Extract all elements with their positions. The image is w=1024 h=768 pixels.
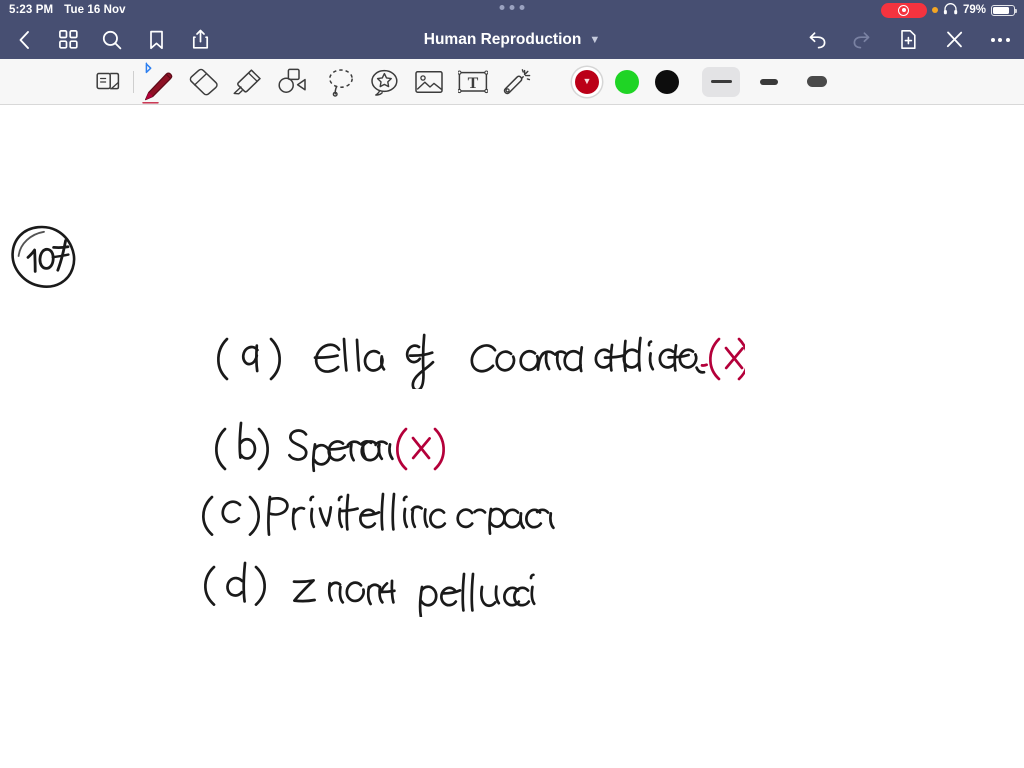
stroke-width-medium[interactable]: [750, 67, 788, 97]
status-time: 5:23 PM: [9, 4, 54, 16]
battery-percent-label: 79%: [962, 4, 986, 16]
close-button[interactable]: [942, 28, 966, 52]
medium-line-icon: [760, 78, 778, 85]
battery-icon: [991, 4, 1017, 16]
thin-line-icon: [710, 80, 732, 83]
undo-button[interactable]: [804, 28, 828, 52]
bluetooth-icon: [145, 61, 152, 73]
share-button[interactable]: [188, 28, 212, 52]
multitask-grabber-icon[interactable]: [499, 5, 525, 10]
shapes-tool[interactable]: [269, 60, 313, 104]
text-tool[interactable]: T: [451, 60, 495, 104]
status-bar-right: 79%: [880, 2, 1017, 18]
status-date: Tue 16 Nov: [64, 4, 126, 16]
note-canvas[interactable]: 107: [0, 105, 1024, 768]
lasso-tool[interactable]: [319, 60, 363, 104]
thick-line-icon: [807, 76, 827, 87]
status-bar-left: 5:23 PM Tue 16 Nov: [9, 4, 126, 16]
notebook-app-window: 5:23 PM Tue 16 Nov 79% Human Reproductio…: [0, 0, 1024, 768]
color-swatch-red[interactable]: ▼: [567, 60, 607, 104]
pen-tool[interactable]: [137, 59, 181, 105]
page-number-annotation: 107: [8, 223, 90, 296]
eraser-tool[interactable]: [181, 60, 225, 104]
color-swatch-green[interactable]: [607, 60, 647, 104]
ellipsis-icon: [990, 37, 1010, 42]
answer-line-d: (d) Zona pellucida: [198, 555, 538, 622]
orange-privacy-dot-icon: [931, 7, 938, 13]
chevron-down-icon: ▼: [589, 34, 601, 46]
highlighter-tool[interactable]: [225, 60, 269, 104]
add-page-button[interactable]: [896, 28, 920, 52]
thumbnails-button[interactable]: [56, 28, 80, 52]
bookmark-button[interactable]: [144, 28, 168, 52]
answer-line-a: (a) Cells of corona radiata (x): [205, 317, 749, 394]
color-swatch-black[interactable]: [647, 60, 687, 104]
headphones-icon: [943, 2, 958, 18]
more-options-button[interactable]: [988, 28, 1012, 52]
answer-line-b: (b) Sperm (x): [203, 407, 453, 484]
status-bar: 5:23 PM Tue 16 Nov 79%: [0, 0, 1024, 20]
magic-wand-tool[interactable]: [495, 60, 539, 104]
stroke-width-thin[interactable]: [702, 66, 740, 97]
svg-text:T: T: [468, 75, 479, 92]
redo-button[interactable]: [850, 28, 874, 52]
page-title: Human Reproduction: [423, 30, 582, 48]
toolbar-divider: [133, 70, 134, 93]
back-button[interactable]: [12, 28, 36, 52]
page-layout-tool[interactable]: [86, 60, 130, 104]
navigation-bar: Human Reproduction ▼: [0, 20, 1024, 59]
navigation-right-group: [804, 28, 1012, 52]
chevron-down-icon: ▼: [582, 75, 592, 86]
document-title-button[interactable]: Human Reproduction ▼: [424, 31, 600, 49]
navigation-left-group: [12, 28, 212, 52]
image-tool[interactable]: [407, 60, 451, 104]
tool-group-primary: [86, 59, 313, 105]
tool-group-secondary: T: [319, 60, 539, 104]
color-swatch-group: ▼: [567, 60, 687, 104]
search-button[interactable]: [100, 28, 124, 52]
stroke-width-thick[interactable]: [798, 67, 836, 97]
sticker-tool[interactable]: [363, 60, 407, 104]
drawing-toolbar: T ▼: [0, 59, 1024, 105]
record-target-icon[interactable]: [880, 2, 927, 18]
answer-line-c: (c) Perivitelline space: [196, 487, 556, 550]
stroke-width-group: [697, 66, 841, 97]
